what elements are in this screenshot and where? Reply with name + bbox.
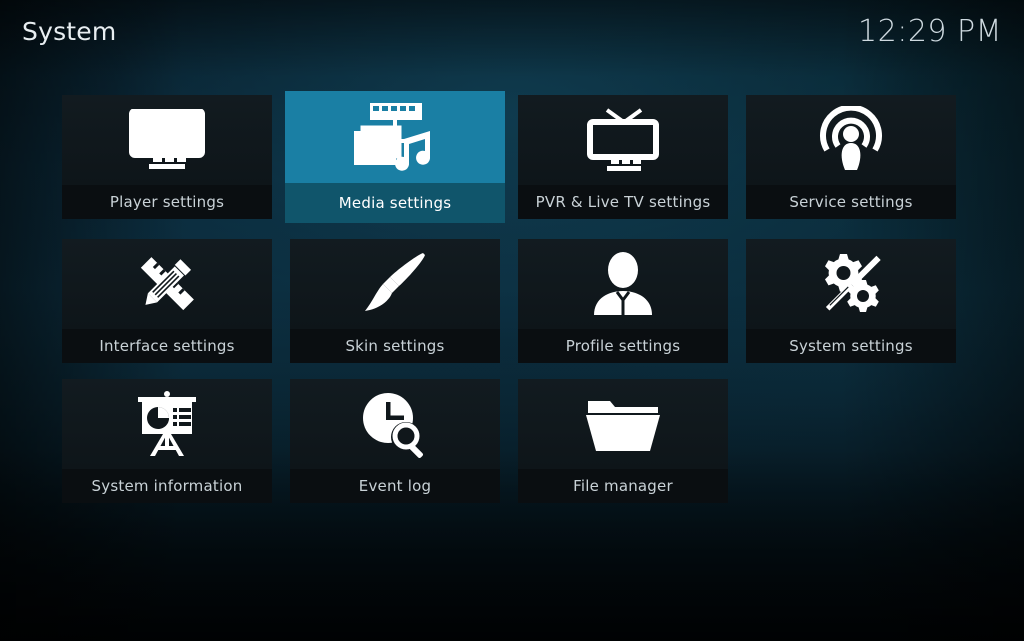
- tile-skin-settings[interactable]: Skin settings: [290, 239, 500, 363]
- tile-label: Interface settings: [62, 329, 272, 363]
- broadcast-person-icon: [817, 106, 885, 174]
- tile-label: Skin settings: [290, 329, 500, 363]
- icon-area: [746, 95, 956, 185]
- monitor-play-icon: [129, 109, 205, 171]
- tile-player-settings[interactable]: Player settings: [62, 95, 272, 219]
- tile-file-manager[interactable]: File manager: [518, 379, 728, 503]
- tile-interface-settings[interactable]: Interface settings: [62, 239, 272, 363]
- page-title: System: [22, 16, 117, 46]
- icon-area: [746, 239, 956, 329]
- grid-spacer: [746, 379, 956, 503]
- tile-event-log[interactable]: Event log: [290, 379, 500, 503]
- icon-area: [290, 239, 500, 329]
- tile-label: File manager: [518, 469, 728, 503]
- tile-label: Event log: [290, 469, 500, 503]
- tile-label: PVR & Live TV settings: [518, 185, 728, 219]
- presentation-chart-icon: [132, 390, 202, 458]
- tile-service-settings[interactable]: Service settings: [746, 95, 956, 219]
- tile-pvr-live-tv-settings[interactable]: PVR & Live TV settings: [518, 95, 728, 219]
- tile-label: Media settings: [285, 183, 505, 223]
- tile-label: Service settings: [746, 185, 956, 219]
- icon-area: [518, 379, 728, 469]
- tile-label: System information: [62, 469, 272, 503]
- icon-area: [518, 95, 728, 185]
- header-bar: System 12:29 PM: [0, 0, 1024, 62]
- tile-system-settings[interactable]: System settings: [746, 239, 956, 363]
- icon-area: [290, 379, 500, 469]
- grid-row: Player settings Media settings PVR & Liv…: [62, 91, 962, 223]
- tile-label: Player settings: [62, 185, 272, 219]
- tile-media-settings[interactable]: Media settings: [285, 91, 505, 223]
- icon-area: [62, 239, 272, 329]
- gears-screwdriver-icon: [816, 250, 886, 318]
- icon-area: [62, 379, 272, 469]
- pencil-ruler-icon: [133, 250, 201, 318]
- clock: 12:29 PM: [858, 13, 1002, 49]
- grid-row: Interface settings Skin settings Profile…: [62, 239, 962, 363]
- media-filmstrip-photo-music-icon: [352, 101, 438, 173]
- tile-profile-settings[interactable]: Profile settings: [518, 239, 728, 363]
- clock-magnifier-icon: [360, 390, 430, 458]
- person-bust-icon: [590, 251, 656, 317]
- folder-open-icon: [584, 395, 662, 453]
- tile-label: Profile settings: [518, 329, 728, 363]
- grid-row: System information Event log File manage…: [62, 379, 962, 503]
- icon-area: [518, 239, 728, 329]
- icon-area: [62, 95, 272, 185]
- television-antenna-icon: [585, 107, 661, 173]
- tile-label: System settings: [746, 329, 956, 363]
- icon-area: [285, 91, 505, 183]
- paintbrush-icon: [359, 251, 431, 317]
- tile-system-information[interactable]: System information: [62, 379, 272, 503]
- settings-grid: Player settings Media settings PVR & Liv…: [62, 91, 962, 519]
